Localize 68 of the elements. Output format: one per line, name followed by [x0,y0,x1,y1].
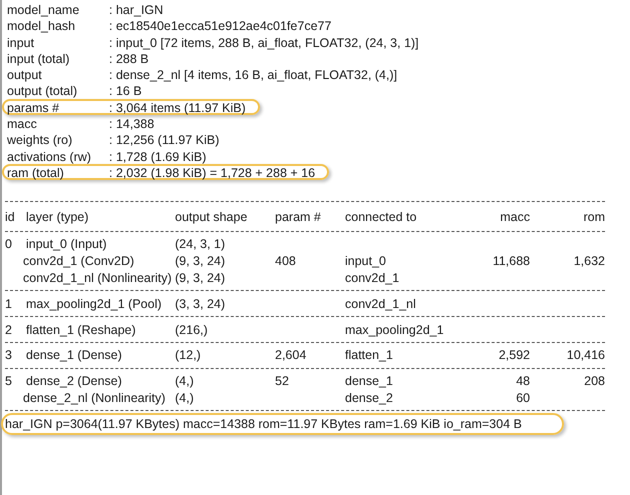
summary-line: har_IGN p=3064(11.97 KBytes) macc=14388 rom=11.97 KBytes ram=1.69 KiB io_ram=304 B [1,413,564,436]
summary-value: : 288 B [109,52,149,66]
column-header: id [5,210,16,224]
column-header: param # [275,210,322,224]
table-cell-text: max_pooling2d_1 (Pool) [26,296,163,311]
summary-key: input [7,36,109,50]
table-cell-text: dense_1 (Dense) [26,348,123,362]
table-cell-text: 48 [515,374,530,388]
table-cell-text: 60 [515,391,530,406]
table-cell-text: max_pooling2d_1 [345,322,445,337]
summary-value: : 12,256 (11.97 KiB) [109,133,220,148]
column-header: connected to [345,210,418,224]
column-header: macc [499,210,530,224]
table-cell-text: conv2d_1 (Conv2D) [23,254,136,268]
table-cell-text: 2,592 [498,348,530,362]
table-cell-text: 2 [5,322,13,337]
table-cell-text: 52 [275,374,290,388]
table-cell-text: flatten_1 (Reshape) [26,322,137,337]
table-cell-text: conv2d_1 [345,271,400,286]
summary-value: : 1,728 (1.69 KiB) [109,150,206,164]
table-cell-text: (9, 3, 24) [175,271,226,286]
summary-value: : input_0 [72 items, 288 B, ai_float, FLOAT32, (24, 3, 1)] [109,36,419,50]
summary-key: model_hash [7,19,109,34]
table-cell-text: dense_2 (Dense) [26,374,123,388]
table-cell-text: (9, 3, 24) [175,254,226,268]
summary-value: : 14,388 [109,117,154,132]
table-cell-text: input_0 [345,254,388,268]
column-header: rom [582,210,605,224]
summary-key: weights (ro) [7,133,109,148]
table-cell-text: 3 [5,348,13,362]
table-cell-text: (4,) [175,374,195,388]
table-cell-text: (24, 3, 1) [175,237,226,252]
table-cell-text: 408 [275,254,297,268]
summary-key: model_name [7,3,109,17]
table-cell-text: conv2d_1_nl [345,296,417,311]
summary-value: : 16 B [109,84,142,98]
table-cell-text: (216,) [175,322,209,337]
table-cell-text: (4,) [175,391,195,406]
table-cell-text: 11,688 [492,254,530,268]
table-cell-text: (3, 3, 24) [175,296,226,311]
table-cell-text: input_0 (Input) [26,237,108,252]
table-cell-text: conv2d_1_nl (Nonlinearity) [23,271,173,286]
summary-key: params # [7,100,109,115]
table-cell-text: dense_2_nl (Nonlinearity) [23,391,166,406]
summary-key: ram (total) [7,166,109,180]
summary-key: output [7,68,109,82]
column-header: layer (type) [26,210,90,224]
table-cell-text: 0 [5,237,13,252]
table-cell-text: 1,632 [572,254,605,268]
table-cell-text: 5 [5,374,13,388]
summary-value: : har_IGN [109,3,164,17]
table-cell-text: (12,) [175,348,202,362]
table-cell-text: dense_2 [345,391,394,406]
summary-value: : dense_2_nl [4 items, 16 B, ai_float, FLOAT32, (4,)] [109,68,398,82]
table-cell-text: 208 [583,374,605,388]
summary-key: output (total) [7,84,109,98]
summary-value: : ec18540e1ecca51e912ae4c01fe7ce77 [109,19,332,34]
table-cell-text: 10,416 [566,348,605,362]
column-header: output shape [175,210,248,224]
summary-key: macc [7,117,109,132]
table-cell-text: 1 [5,296,13,311]
table-cell-text: 2,604 [275,348,308,362]
table-cell-text: dense_1 [345,374,394,388]
table-cell-text: flatten_1 [345,348,394,362]
summary-key: activations (rw) [7,150,109,164]
summary-value: : 2,032 (1.98 KiB) = 1,728 + 288 + 16 [109,166,316,180]
summary-value: : 3,064 items (11.97 KiB) [109,100,246,115]
summary-key: input (total) [7,52,109,66]
